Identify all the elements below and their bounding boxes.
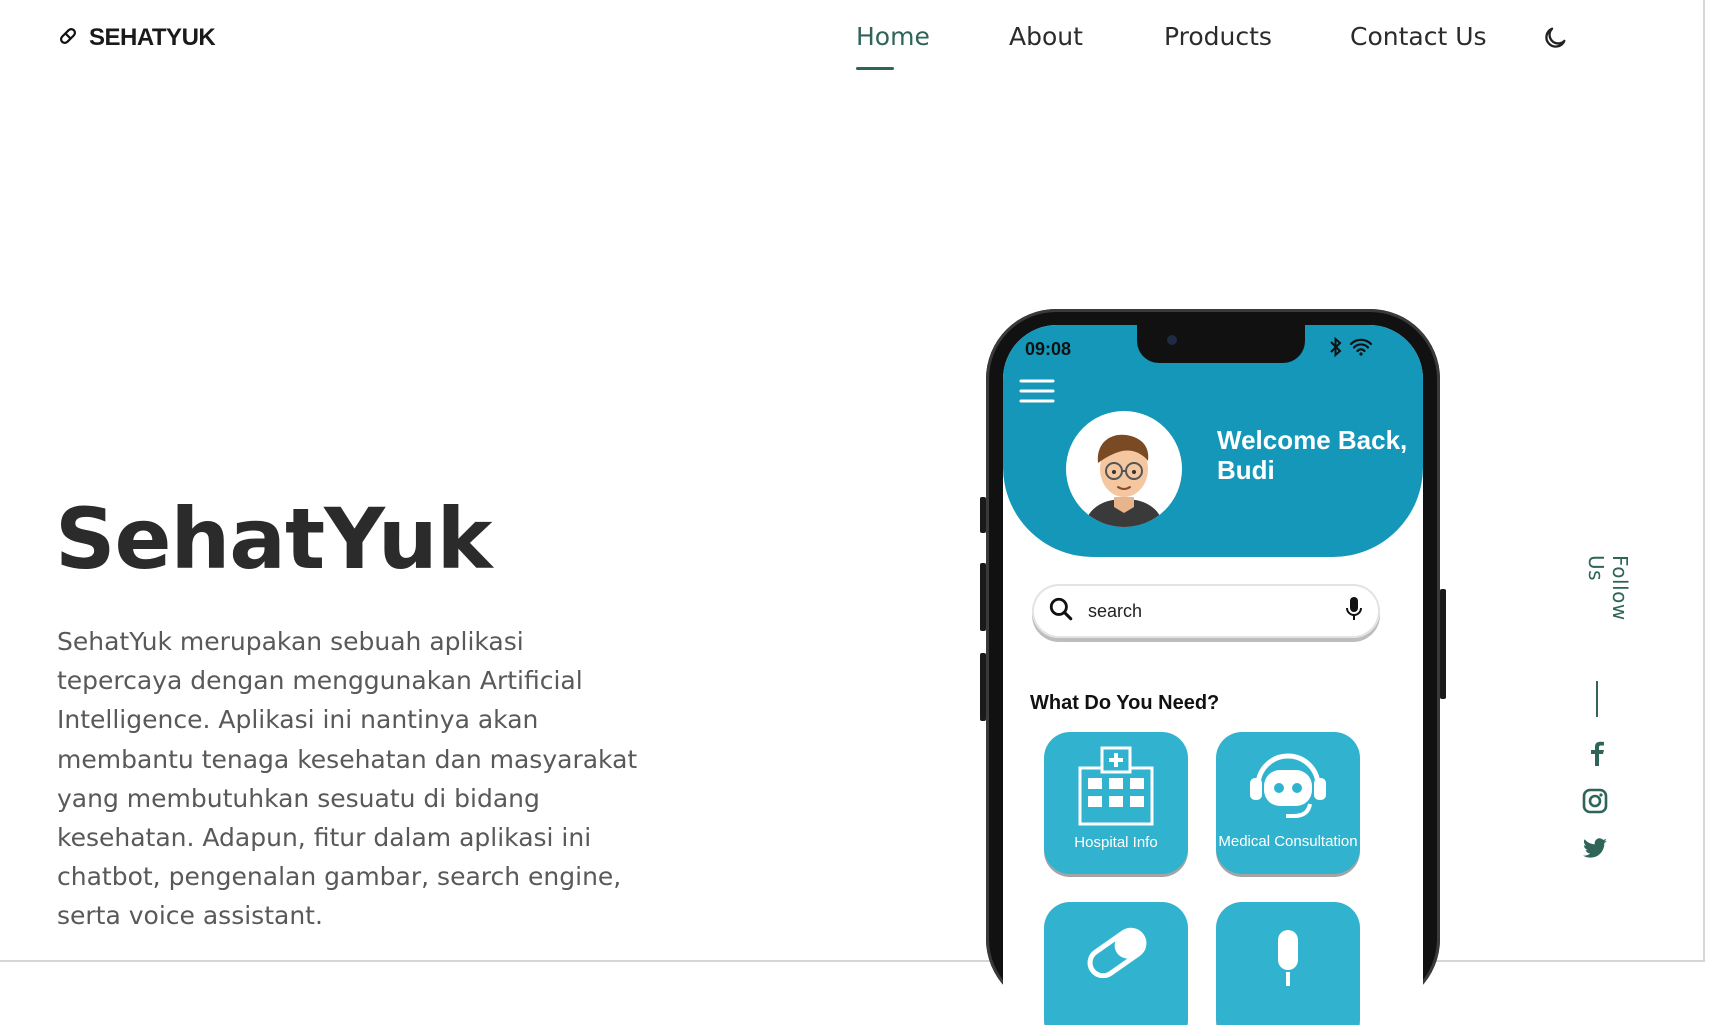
wifi-icon (1349, 338, 1373, 360)
nav-home[interactable]: Home (856, 22, 930, 51)
hero-description: SehatYuk merupakan sebuah aplikasi teper… (57, 627, 638, 931)
microphone-icon[interactable] (1346, 596, 1362, 626)
search-icon (1048, 596, 1074, 626)
follow-divider (1596, 681, 1598, 717)
bluetooth-icon (1329, 336, 1343, 361)
tile-voice-assistant[interactable] (1216, 902, 1360, 1025)
twitter-link[interactable] (1582, 838, 1608, 864)
instagram-link[interactable] (1582, 788, 1608, 818)
nav-about[interactable]: About (1009, 22, 1083, 51)
main-nav: Home About Products Contact Us (0, 22, 1709, 82)
microphone-icon (1272, 928, 1304, 992)
hero-title: SehatYuk (55, 490, 492, 588)
phone-screen: 09:08 Welcome Back, Budi search What Do … (1003, 325, 1423, 1025)
search-bar (1032, 584, 1380, 638)
theme-toggle-button[interactable] (1541, 24, 1569, 56)
tile-medicine[interactable] (1044, 902, 1188, 1025)
phone-mockup: 09:08 Welcome Back, Budi search What Do … (980, 309, 1446, 1025)
moon-icon (1541, 27, 1569, 56)
instagram-icon (1582, 788, 1608, 818)
tile-medical-consultation[interactable]: Medical Consultation (1216, 732, 1360, 874)
pill-icon (1082, 918, 1152, 982)
camera-icon (1167, 335, 1177, 345)
search-input[interactable] (1086, 599, 1320, 623)
facebook-icon (1586, 741, 1608, 770)
status-icons (1329, 336, 1373, 361)
tile-hospital-info[interactable]: Hospital Info (1044, 732, 1188, 874)
facebook-link[interactable] (1586, 740, 1608, 770)
twitter-icon (1582, 838, 1608, 864)
hospital-icon (1074, 744, 1158, 832)
phone-notch (1137, 325, 1305, 363)
phone-volume-up (980, 563, 986, 631)
section-title: What Do You Need? (1030, 692, 1220, 714)
nav-contact-us[interactable]: Contact Us (1350, 22, 1487, 51)
follow-us-label: Follow Us (1584, 555, 1632, 621)
avatar (1066, 411, 1182, 527)
welcome-text: Welcome Back, Budi (1217, 425, 1408, 485)
nav-products[interactable]: Products (1164, 22, 1272, 51)
tile-label: Medical Consultation (1218, 833, 1358, 850)
phone-volume-down (980, 653, 986, 721)
status-time: 09:08 (1025, 339, 1072, 359)
menu-icon (1019, 379, 1055, 409)
tile-label: Hospital Info (1074, 834, 1158, 851)
chatbot-icon (1248, 748, 1328, 826)
hamburger-menu-button[interactable] (1019, 377, 1055, 409)
phone-power-button (1440, 589, 1446, 699)
nav-active-indicator (856, 67, 894, 70)
phone-side-button (980, 497, 986, 533)
